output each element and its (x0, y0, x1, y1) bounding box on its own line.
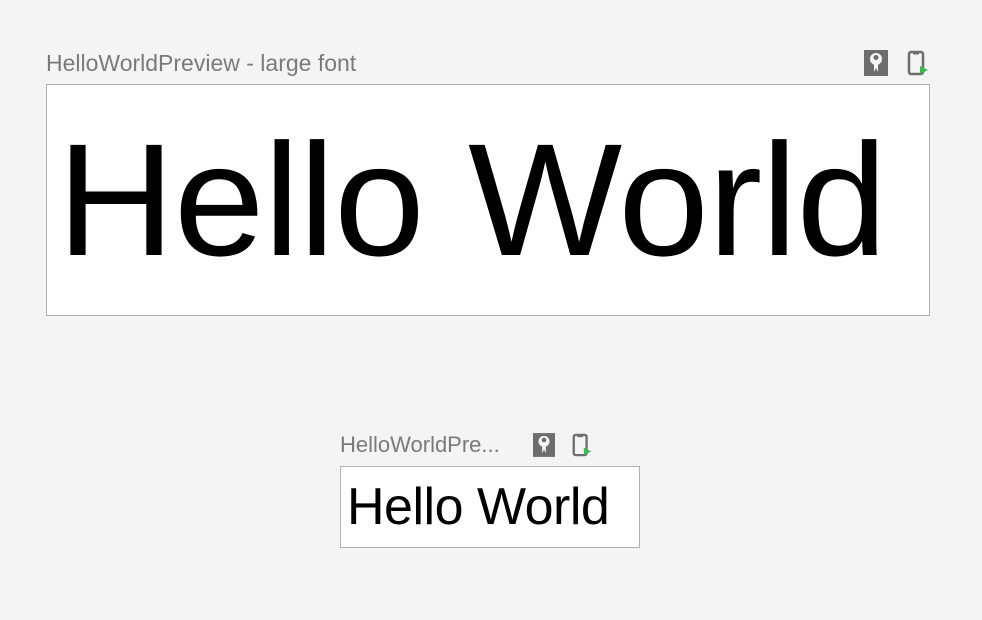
interactive-mode-icon[interactable] (864, 50, 888, 76)
preview-header-actions (864, 50, 930, 76)
preview-canvas-large: Hello World (46, 84, 930, 316)
interactive-mode-icon[interactable] (532, 432, 556, 458)
preview-title: HelloWorldPre... (340, 432, 520, 458)
preview-header: HelloWorldPreview - large font (46, 48, 930, 78)
preview-panel-small: HelloWorldPre... Hello World (340, 430, 640, 548)
preview-panel-large: HelloWorldPreview - large font Hello Wo (46, 48, 930, 316)
preview-title: HelloWorldPreview - large font (46, 50, 852, 77)
preview-content-text: Hello World (57, 120, 886, 280)
deploy-to-device-icon[interactable] (570, 432, 594, 458)
preview-content-text: Hello World (347, 481, 609, 533)
preview-header: HelloWorldPre... (340, 430, 640, 460)
preview-canvas-small: Hello World (340, 466, 640, 548)
deploy-to-device-icon[interactable] (906, 50, 930, 76)
preview-header-actions (532, 432, 594, 458)
